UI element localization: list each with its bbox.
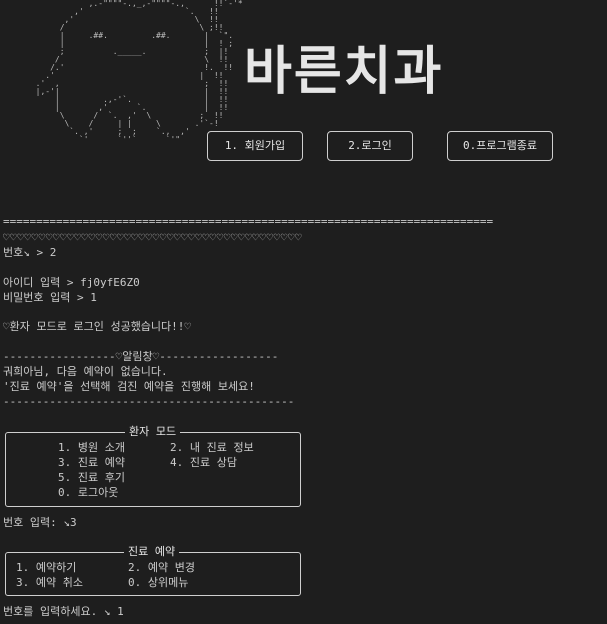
menu-treatment-reservation: 3. 진료 예약 [58, 456, 125, 469]
menu-hospital-intro: 1. 병원 소개 [58, 441, 125, 454]
patient-mode-menu-box [5, 432, 301, 507]
menu-cancel-reservation: 3. 예약 취소 [16, 576, 83, 589]
tooth-row: ♡♡♡♡♡♡♡♡♡♡♡♡♡♡♡♡♡♡♡♡♡♡♡♡♡♡♡♡♡♡♡♡♡♡♡♡♡♡♡♡… [3, 231, 303, 244]
menu-change-reservation: 2. 예약 변경 [128, 561, 195, 574]
login-button[interactable]: 2.로그인 [327, 131, 413, 161]
number-prompt: 번호↘ > 2 [3, 246, 57, 259]
number-input-prompt: 번호 입력: ↘3 [3, 516, 77, 529]
ascii-art-logo: ,.-""""-.,_,-""""-., !!`-'* ,' `. !! ,' … [35, 0, 243, 144]
menu-make-reservation: 1. 예약하기 [16, 561, 77, 574]
notice-message-1: 궈희아님, 다음 예약이 없습니다. [3, 365, 168, 378]
exit-program-button[interactable]: 0.프로그램종료 [447, 131, 553, 161]
clinic-logo-title: 바른치과 [244, 42, 444, 102]
notice-message-2: '진료 예약'을 선택해 검진 예약을 진행해 보세요! [3, 380, 255, 393]
final-input-prompt: 번호를 입력하세요. ↘ 1 [3, 605, 124, 618]
signup-button[interactable]: 1. 회원가입 [207, 131, 303, 161]
menu-logout: 0. 로그아웃 [58, 486, 119, 499]
patient-mode-title: 환자 모드 [125, 424, 181, 439]
menu-parent-menu: 0. 상위메뉴 [128, 576, 189, 589]
login-success-message: ♡환자 모드로 로그인 성공했습니다!!♡ [3, 320, 192, 333]
notice-footer: ----------------------------------------… [3, 395, 295, 408]
menu-treatment-review: 5. 진료 후기 [58, 471, 125, 484]
menu-my-treatment-info: 2. 내 진료 정보 [170, 441, 254, 454]
id-prompt: 아이디 입력 > fj0yfE6Z0 [3, 276, 140, 289]
notice-header: -----------------♡알림창♡------------------ [3, 350, 279, 363]
separator-line: ========================================… [3, 215, 494, 228]
password-prompt: 비밀번호 입력 > 1 [3, 291, 97, 304]
reservation-title: 진료 예약 [124, 544, 180, 559]
menu-treatment-consult: 4. 진료 상담 [170, 456, 237, 469]
